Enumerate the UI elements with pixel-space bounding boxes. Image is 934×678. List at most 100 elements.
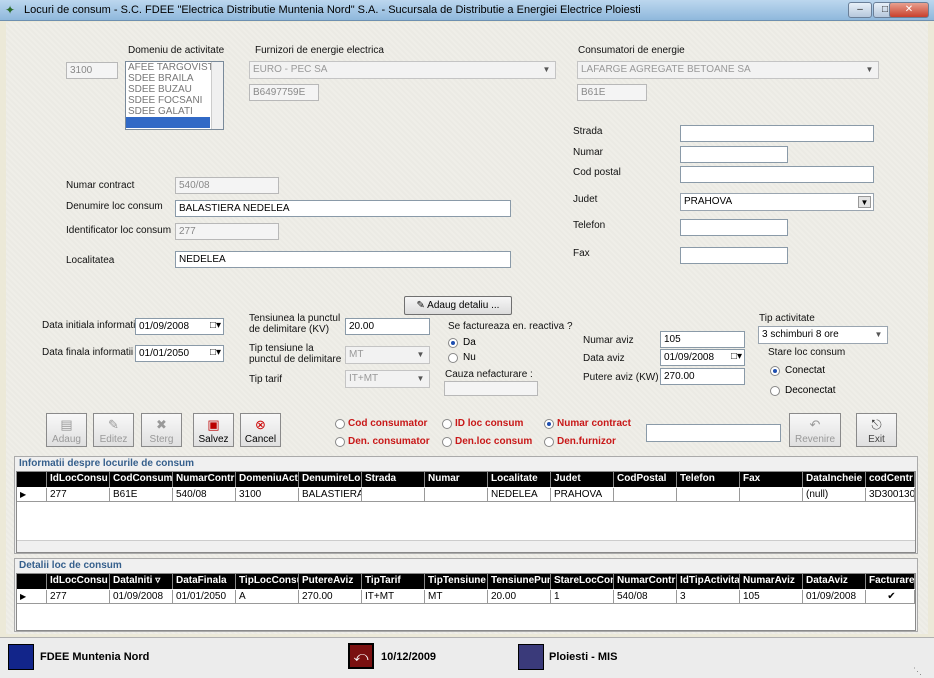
radio-conectat[interactable] xyxy=(770,366,780,376)
numar-aviz-field[interactable]: 105 xyxy=(660,331,745,348)
table-cell[interactable]: B61E xyxy=(110,488,173,501)
header-cell[interactable]: TipTarif xyxy=(362,574,425,589)
table-cell[interactable]: A xyxy=(236,590,299,603)
locations-grid[interactable]: IdLocConsu CodConsum NumarContr DomeniuA… xyxy=(16,471,916,553)
header-cell[interactable]: TensiunePun xyxy=(488,574,551,589)
numar-field[interactable] xyxy=(680,146,788,163)
table-row[interactable]: ▶ 277 B61E 540/08 3100 BALASTIERA NEDELE… xyxy=(17,488,915,502)
checkbox-facturare[interactable]: ✔ xyxy=(866,590,915,603)
table-cell[interactable]: (null) xyxy=(803,488,866,501)
tip-tensiune-combo[interactable]: MT ▼ xyxy=(345,346,430,364)
table-cell[interactable] xyxy=(362,488,425,501)
table-cell[interactable]: MT xyxy=(425,590,488,603)
radio-den-furnizor[interactable] xyxy=(544,437,554,447)
header-cell[interactable]: codCentr xyxy=(866,472,915,487)
table-cell[interactable] xyxy=(425,488,488,501)
header-cell[interactable]: NumarAviz xyxy=(740,574,803,589)
table-cell[interactable]: 277 xyxy=(47,488,110,501)
list-item[interactable]: SDEE FOCSANI xyxy=(126,95,223,106)
table-cell[interactable]: 3 xyxy=(677,590,740,603)
table-cell[interactable]: 01/09/2008 xyxy=(803,590,866,603)
list-item[interactable]: SDEE BRAILA xyxy=(126,73,223,84)
table-cell[interactable]: 20.00 xyxy=(488,590,551,603)
table-cell[interactable]: 105 xyxy=(740,590,803,603)
table-row[interactable]: ▶ 277 01/09/2008 01/01/2050 A 270.00 IT+… xyxy=(17,590,915,604)
table-cell[interactable]: 01/09/2008 xyxy=(110,590,173,603)
table-cell[interactable]: 01/01/2050 xyxy=(173,590,236,603)
adaug-button[interactable]: ▤ Adaug xyxy=(46,413,87,447)
radio-id-loc[interactable] xyxy=(442,419,452,429)
header-cell[interactable]: Telefon xyxy=(677,472,740,487)
radio-den-consumator[interactable] xyxy=(335,437,345,447)
calendar-icon[interactable]: □▾ xyxy=(731,351,742,362)
telefon-field[interactable] xyxy=(680,219,788,236)
cod-postal-field[interactable] xyxy=(680,166,874,183)
header-cell[interactable]: NumarContr xyxy=(614,574,677,589)
resize-grip-icon[interactable]: ⋱ xyxy=(913,666,922,677)
header-cell[interactable]: TipLocConsu xyxy=(236,574,299,589)
data-finala-field[interactable]: 01/01/2050 □▾ xyxy=(135,345,224,362)
tip-activitate-combo[interactable]: 3 schimburi 8 ore ▼ xyxy=(758,326,888,344)
header-cell[interactable]: StareLocCon xyxy=(551,574,614,589)
table-cell[interactable]: 277 xyxy=(47,590,110,603)
table-cell[interactable] xyxy=(740,488,803,501)
header-cell[interactable]: DenumireLo xyxy=(299,472,362,487)
cancel-button[interactable]: ⊗ Cancel xyxy=(240,413,281,447)
header-cell[interactable]: DomeniuActi xyxy=(236,472,299,487)
minimize-button[interactable]: – xyxy=(848,2,872,18)
fax-field[interactable] xyxy=(680,247,788,264)
radio-deconectat[interactable] xyxy=(770,386,780,396)
search-input[interactable] xyxy=(646,424,781,442)
strada-field[interactable] xyxy=(680,125,874,142)
table-cell[interactable]: 3D300130 xyxy=(866,488,915,501)
list-scrollbar[interactable] xyxy=(211,62,223,129)
calendar-icon[interactable]: □▾ xyxy=(210,347,221,358)
sterg-button[interactable]: ✖ Sterg xyxy=(141,413,182,447)
consumer-combo[interactable]: LAFARGE AGREGATE BETOANE SA ▼ xyxy=(577,61,879,79)
localitate-field[interactable]: NEDELEA xyxy=(175,251,511,268)
header-cell[interactable]: Strada xyxy=(362,472,425,487)
judet-combo[interactable]: PRAHOVA ▼ xyxy=(680,193,874,211)
identificator-field[interactable]: 277 xyxy=(175,223,279,240)
table-cell[interactable]: 270.00 xyxy=(299,590,362,603)
header-cell[interactable]: CodPostal xyxy=(614,472,677,487)
table-cell[interactable]: NEDELEA xyxy=(488,488,551,501)
supplier-code-field[interactable]: B6497759E xyxy=(249,84,319,101)
radio-da[interactable] xyxy=(448,338,458,348)
cauza-field[interactable] xyxy=(444,381,538,396)
header-cell[interactable]: Numar xyxy=(425,472,488,487)
header-cell[interactable]: Fax xyxy=(740,472,803,487)
horizontal-scrollbar[interactable] xyxy=(17,540,915,552)
header-cell[interactable]: DataAviz xyxy=(803,574,866,589)
header-cell[interactable]: Judet xyxy=(551,472,614,487)
denumire-field[interactable]: BALASTIERA NEDELEA xyxy=(175,200,511,217)
add-detail-button[interactable]: ✎ Adaug detaliu ... xyxy=(404,296,512,315)
list-item[interactable]: SDEE BUZAU xyxy=(126,84,223,95)
header-cell[interactable]: CodConsum xyxy=(110,472,173,487)
list-item-selected[interactable] xyxy=(126,117,210,128)
tip-tarif-combo[interactable]: IT+MT ▼ xyxy=(345,370,430,388)
revenire-button[interactable]: ↶ Revenire xyxy=(789,413,841,447)
table-cell[interactable]: BALASTIERA xyxy=(299,488,362,501)
putere-aviz-field[interactable]: 270.00 xyxy=(660,368,745,385)
header-cell[interactable]: NumarContr xyxy=(173,472,236,487)
header-cell[interactable]: DataIncheie xyxy=(803,472,866,487)
tensiune-field[interactable]: 20.00 xyxy=(345,318,430,335)
table-cell[interactable] xyxy=(614,488,677,501)
table-cell[interactable] xyxy=(677,488,740,501)
header-cell[interactable]: TipTensiune xyxy=(425,574,488,589)
table-cell[interactable]: 3100 xyxy=(236,488,299,501)
editez-button[interactable]: ✎ Editez xyxy=(93,413,134,447)
domain-listbox[interactable]: AFEE TARGOVISTE SDEE BRAILA SDEE BUZAU S… xyxy=(125,61,224,130)
calendar-icon[interactable]: □▾ xyxy=(210,320,221,331)
list-item[interactable]: AFEE TARGOVISTE xyxy=(126,62,223,73)
details-grid[interactable]: IdLocConsu DataIniti ▿ DataFinala TipLoc… xyxy=(16,573,916,631)
table-cell[interactable]: IT+MT xyxy=(362,590,425,603)
list-item[interactable]: SDEE GALATI xyxy=(126,106,223,117)
header-cell[interactable]: IdLocConsu xyxy=(47,472,110,487)
header-cell[interactable]: DataIniti ▿ xyxy=(110,574,173,589)
header-cell[interactable]: Facturare xyxy=(866,574,915,589)
header-cell[interactable]: DataFinala xyxy=(173,574,236,589)
radio-numar-contract[interactable] xyxy=(544,419,554,429)
consumer-code-field[interactable]: B61E xyxy=(577,84,647,101)
